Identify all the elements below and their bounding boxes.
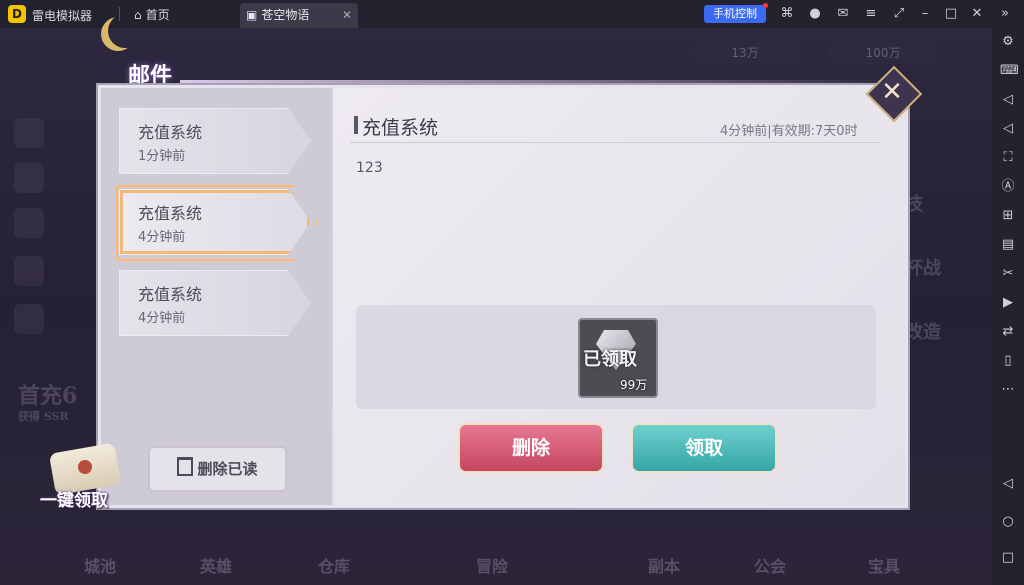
detail-divider — [350, 142, 880, 143]
detail-title-marker — [354, 116, 358, 134]
emulator-title-bar: D 雷电模拟器 ⌂ 首页 ▣ 苍空物语 ✕ 手机控制 ⌘ ● ✉ ≡ ⤢ – □ ✕… — [0, 0, 1024, 28]
emulator-logo-icon: D — [8, 5, 26, 23]
keyboard-icon[interactable]: ⌨ — [1000, 63, 1019, 79]
apk-icon[interactable]: ▤ — [1000, 237, 1016, 253]
mail-icon[interactable]: ✉ — [835, 6, 851, 22]
volume-up-icon[interactable]: ◁ — [1000, 92, 1016, 108]
phone-control-button[interactable]: 手机控制 — [704, 3, 768, 23]
shake-icon[interactable]: ▯ — [1000, 353, 1016, 369]
mail-list-item-selected[interactable]: 充值系统 4分钟前 — [119, 189, 311, 255]
recent-apps-icon[interactable]: □ — [1000, 550, 1016, 566]
tab-game-label: 苍空物语 — [261, 8, 310, 22]
game-app-icon: ▣ — [246, 8, 258, 22]
one-key-claim-button[interactable]: 一键领取 — [40, 486, 108, 511]
wax-seal-icon — [78, 460, 92, 474]
mail-item-time: 4分钟前 — [138, 311, 186, 326]
volume-down-icon[interactable]: ◁ — [1000, 121, 1016, 137]
phone-control-label: 手机控制 — [713, 7, 757, 20]
reward-quantity: 99万 — [620, 378, 648, 392]
delete-button[interactable]: 删除 — [458, 423, 604, 473]
claim-button[interactable]: 领取 — [631, 423, 777, 473]
collapse-sidebar-icon[interactable]: » — [997, 6, 1013, 22]
gamepad-icon[interactable]: ⌘ — [779, 6, 795, 22]
sync-icon[interactable]: ⇄ — [1000, 324, 1016, 340]
restore-icon[interactable]: ⤢ — [891, 6, 907, 22]
mail-item-name: 充值系统 — [138, 123, 203, 142]
auto-operation-icon[interactable]: Ⓐ — [1000, 179, 1016, 195]
emulator-app-name: 雷电模拟器 — [32, 9, 93, 23]
tab-home[interactable]: ⌂ 首页 — [128, 3, 228, 28]
mail-item-name: 充值系统 — [138, 285, 203, 304]
mail-detail-column — [333, 88, 905, 505]
install-apk-icon[interactable]: ⊞ — [1000, 208, 1016, 224]
mail-list-item[interactable]: 充值系统 4分钟前 — [119, 270, 311, 336]
claimed-stamp: 已领取 — [583, 349, 637, 370]
mail-list-item[interactable]: 充值系统 1分钟前 — [119, 108, 311, 174]
mail-item-name: 充值系统 — [138, 204, 203, 223]
scissors-icon[interactable]: ✂ — [1000, 266, 1016, 282]
settings-icon[interactable]: ⚙ — [1000, 34, 1016, 50]
home-circle-icon[interactable]: ○ — [1000, 514, 1016, 530]
close-icon[interactable]: ✕ — [874, 74, 910, 110]
minimize-icon[interactable]: – — [917, 6, 933, 22]
tab-game[interactable]: ▣ 苍空物语 ✕ — [240, 3, 358, 28]
more-icon[interactable]: ⋯ — [1000, 382, 1016, 398]
back-icon[interactable]: ◁ — [1000, 476, 1016, 492]
mail-item-time: 4分钟前 — [138, 230, 186, 245]
account-icon[interactable]: ● — [807, 6, 823, 22]
screenshot-icon[interactable]: ⛶ — [1000, 150, 1016, 166]
notification-dot — [763, 3, 768, 8]
mail-detail-meta: 4分钟前|有效期:7天0时 — [720, 124, 858, 139]
record-icon[interactable]: ▶ — [1000, 295, 1016, 311]
maximize-icon[interactable]: □ — [943, 6, 959, 22]
close-window-icon[interactable]: ✕ — [969, 6, 985, 22]
tab-home-label: 首页 — [145, 8, 170, 22]
delete-read-label: 删除已读 — [197, 460, 258, 478]
trash-icon — [177, 457, 194, 476]
moon-decoration-icon — [108, 14, 142, 48]
mail-detail-body: 123 — [356, 160, 383, 176]
delete-read-button[interactable]: 删除已读 — [148, 446, 287, 492]
mail-detail-title: 充值系统 — [362, 117, 439, 139]
close-tab-icon[interactable]: ✕ — [342, 3, 352, 28]
mail-item-time: 1分钟前 — [138, 149, 186, 164]
emulator-sidebar: ⚙ ⌨ ◁ ◁ ⛶ Ⓐ ⊞ ▤ ✂ ▶ ⇄ ▯ ⋯ ◁ ○ □ — [992, 28, 1024, 585]
menu-icon[interactable]: ≡ — [863, 6, 879, 22]
title-ribbon — [180, 80, 900, 83]
